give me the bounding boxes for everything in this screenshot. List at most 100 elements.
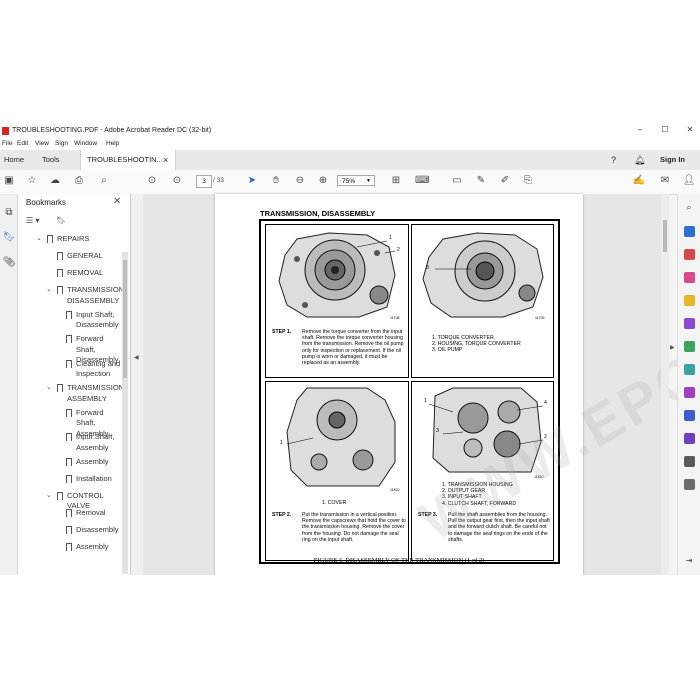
previous-page-icon[interactable]: ⊙ [145,174,159,188]
bookmark-item[interactable]: Disassembly [66,525,122,536]
bookmark-item[interactable]: Removal [66,507,122,519]
document-viewer[interactable]: TRANSMISSION, DISASSEMBLY 1 2 11708 STEP… [143,194,700,575]
bookmark-options-icon[interactable]: ☰ ▾ [26,216,39,225]
close-panel-icon[interactable]: ✕ [113,196,121,207]
bookmark-label: Assembly [76,541,109,551]
more-tools-icon[interactable] [684,456,695,467]
callout-1: 1 [424,398,427,404]
page-thumbnails-icon[interactable]: ⧉ [2,206,16,220]
bookmark-flag-icon [57,269,63,277]
bookmark-label: REMOVAL [67,268,104,277]
keyboard-icon[interactable]: ⌨ [415,174,429,188]
fit-page-icon[interactable]: ⊞ [389,174,403,188]
step2-illustration [286,387,396,487]
select-cursor-icon[interactable]: ➤ [245,174,259,188]
callout-3: 3 [426,265,429,271]
zoom-out-icon[interactable]: ⊖ [293,174,307,188]
comment-tool-icon[interactable] [684,295,695,306]
bookmark-item[interactable]: Installation [66,474,122,485]
callout-3: 3 [436,428,439,434]
step1-label: STEP 1. [272,329,292,335]
text-edit-icon[interactable]: ⎘ [521,174,535,188]
collapse-left-icon[interactable]: ◀ [134,354,139,361]
minimize-button[interactable]: – [630,125,650,134]
bookmark-flag-icon [66,542,72,551]
menu-file[interactable]: File [2,140,12,147]
bookmark-label: REPAIRS [57,234,90,243]
menu-sign[interactable]: Sign [55,140,68,147]
sign-in-button[interactable]: Sign In [660,150,685,170]
chevron-down-icon[interactable]: ⌄ [46,383,52,394]
menu-window[interactable]: Window [74,140,97,147]
protect-icon[interactable] [684,410,695,421]
bookmark-item[interactable]: Assembly [66,457,122,468]
bookmark-item[interactable]: Input Shaft, Assembly [66,432,122,453]
panel-splitter[interactable]: ◀ [131,194,143,575]
bookmark-star-icon[interactable]: ☆ [25,174,39,188]
bookmark-item[interactable]: Assembly [66,541,122,553]
bookmark-item[interactable]: GENERAL [57,251,122,262]
figure-caption: FIGURE 3. DISASSEMBLY OF THE TRANSMISSIO… [313,557,485,564]
bookmark-item[interactable]: Input Shaft, Disassembly [66,310,122,331]
part-item: 3. OIL PUMP [432,347,463,354]
create-pdf-icon[interactable] [684,249,695,260]
step2-part: 1. COVER [322,500,347,506]
upload-icon[interactable]: ☁ [48,174,62,188]
fill-sign-icon[interactable]: ✍ [632,174,646,188]
combine-files-icon[interactable] [684,318,695,329]
bookmark-flag-icon [57,491,63,500]
bookmark-flag-icon [66,408,72,417]
search-tool-icon[interactable]: ⌕ [682,200,696,214]
bookmark-item[interactable]: ⌄ REPAIRS [36,234,122,245]
expand-tools-icon[interactable]: ⇥ [682,554,696,568]
menu-help[interactable]: Help [106,140,119,147]
bell-icon[interactable]: 🔔︎ [634,150,645,170]
attachments-icon[interactable]: 📎︎ [2,256,16,270]
bookmark-item[interactable]: REMOVAL [57,268,122,279]
menu-edit[interactable]: Edit [17,140,28,147]
highlight-icon[interactable]: ✎ [474,174,488,188]
step2-label: STEP 2. [272,512,292,518]
bookmark-item[interactable]: ⌄ TRANSMISSION, ASSEMBLY [46,383,126,404]
bookmarks-panel-icon[interactable]: 🔖︎ [2,231,16,245]
bookmark-label: GENERAL [67,251,103,260]
help-icon[interactable]: ? [611,150,616,170]
edit-pdf-icon[interactable] [684,272,695,283]
send-for-signature-icon[interactable] [684,433,695,444]
bookmark-item[interactable]: Cleaning and Inspection [66,359,122,380]
customize-tools-icon[interactable] [684,479,695,490]
close-window-button[interactable]: ✕ [680,125,700,134]
hand-tool-icon[interactable]: ✋︎ [269,174,283,188]
print-icon[interactable]: ⎙ [72,174,86,188]
bookmarks-scrollbar[interactable] [122,252,128,574]
mail-icon[interactable]: ✉ [658,174,672,188]
next-page-icon[interactable]: ⊙ [170,174,184,188]
search-icon[interactable]: ⌕ [97,174,111,188]
page-number-input[interactable]: 3 [196,175,212,188]
comment-icon[interactable]: ▭ [450,174,464,188]
bookmark-item[interactable]: ⌄ TRANSMISSION, DISASSEMBLY [46,285,126,306]
save-icon[interactable]: ▣ [2,174,16,188]
new-bookmark-icon[interactable]: 🔖︎ [56,216,66,225]
menu-view[interactable]: View [35,140,49,147]
window-title: TROUBLESHOOTING.PDF - Adobe Acrobat Read… [12,127,212,134]
draw-icon[interactable]: ✐ [498,174,512,188]
zoom-select[interactable]: 75% ▼ [337,175,375,186]
close-tab-icon[interactable]: × [163,150,168,170]
collapse-right-icon[interactable]: ▶ [670,344,675,351]
chevron-down-icon[interactable]: ⌄ [46,285,52,296]
tab-document[interactable]: TROUBLESHOOTIN... × [80,150,176,170]
share-user-icon[interactable]: 👤︎ [682,174,696,188]
tab-tools[interactable]: Tools [42,150,60,170]
tab-home[interactable]: Home [4,150,24,170]
chevron-down-icon[interactable]: ⌄ [36,234,42,245]
maximize-button[interactable]: ☐ [655,125,675,134]
zoom-in-icon[interactable]: ⊕ [316,174,330,188]
export-pdf-icon[interactable] [684,226,695,237]
chevron-down-icon[interactable]: ⌄ [46,491,52,502]
document-scrollbar[interactable] [661,194,669,575]
bookmark-label: Removal [76,507,106,517]
scan-ocr-icon[interactable] [684,364,695,375]
organize-pages-icon[interactable] [684,341,695,352]
fill-sign-tool-icon[interactable] [684,387,695,398]
